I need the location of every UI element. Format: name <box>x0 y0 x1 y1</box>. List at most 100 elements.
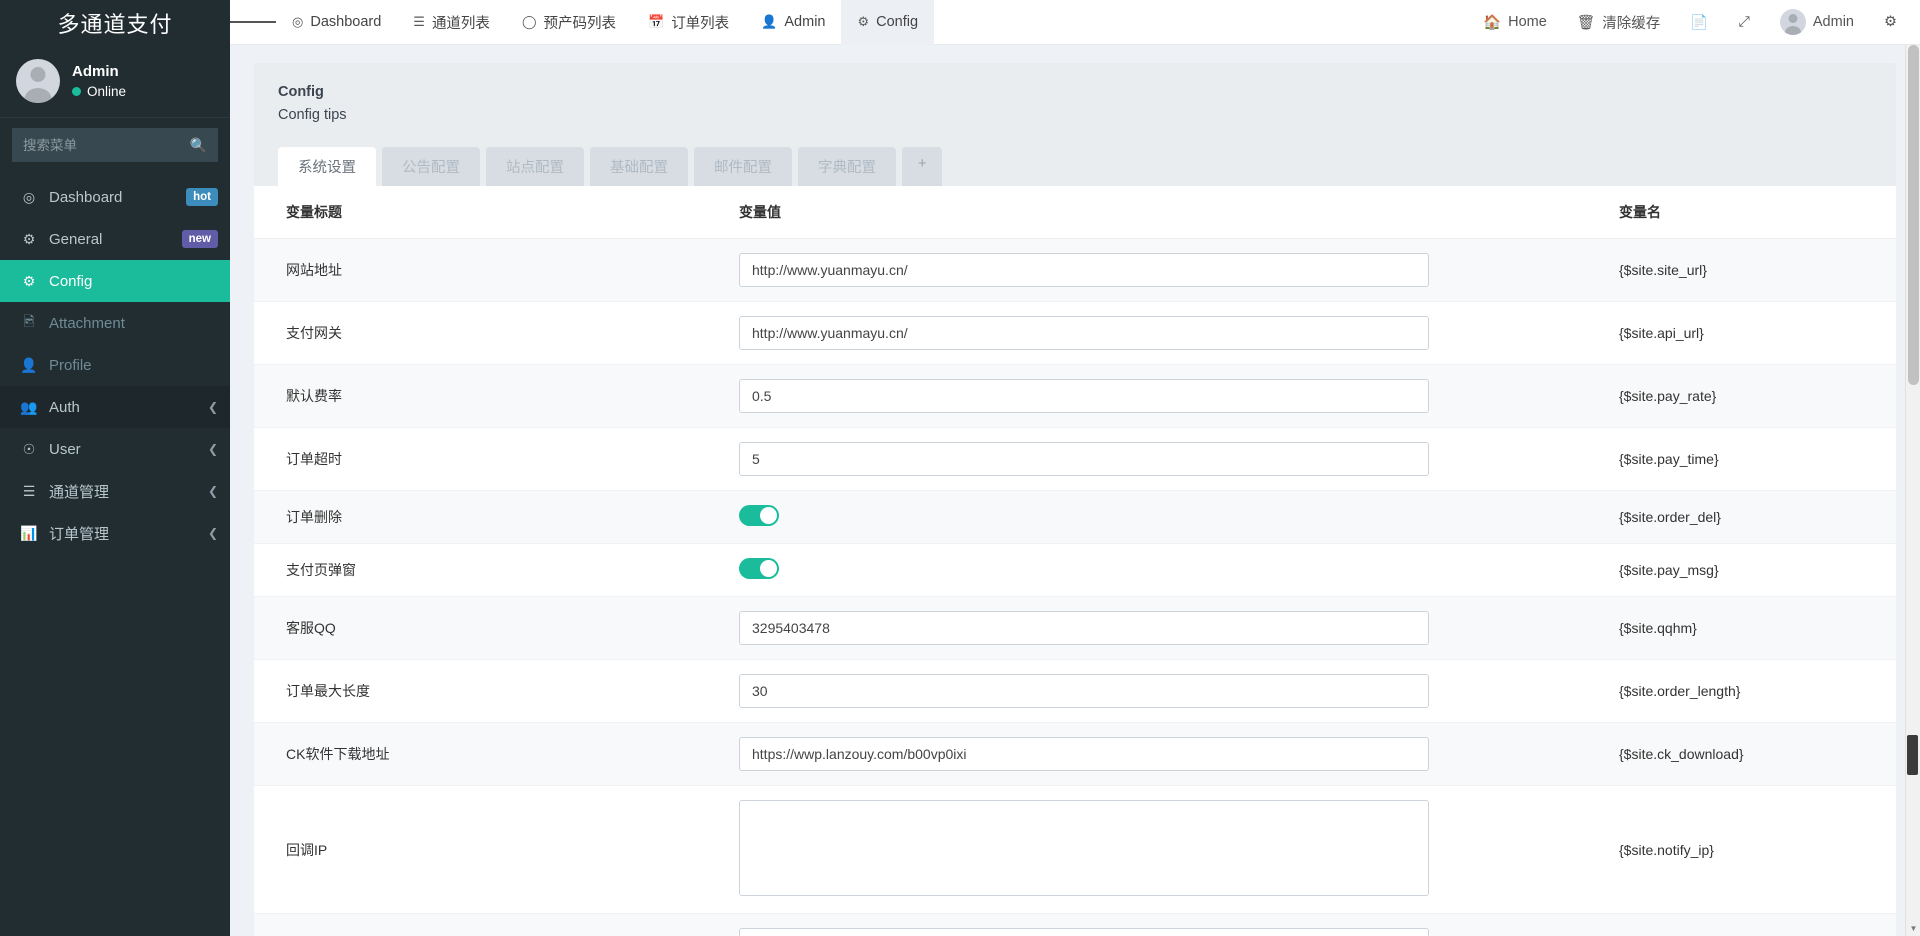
tab-order-list[interactable]: 📅 订单列表 <box>632 0 745 45</box>
copy-icon: 📄 <box>1690 14 1709 31</box>
sidebar-item-user[interactable]: ☉ User ❮ <box>0 428 230 470</box>
row-label: 回调IP <box>254 785 739 915</box>
user-icon: 👤 <box>761 14 778 29</box>
home-icon: 🏠 <box>1483 14 1502 31</box>
tab-label: Dashboard <box>310 14 382 30</box>
row-value-cell <box>739 722 1609 787</box>
top-navigation: ◎ Dashboard ☰ 通道列表 ◯ 预产码列表 📅 订单列表 👤 Admi… <box>276 0 935 45</box>
sidebar-item-channel-manage[interactable]: ☰ 通道管理 ❮ <box>0 470 230 512</box>
user-name: Admin <box>72 63 119 80</box>
sidebar-item-general[interactable]: ⚙ General new <box>0 218 230 260</box>
content-area: Config Config tips 系统设置 公告配置 站点配置 基础配置 邮… <box>230 45 1920 936</box>
sidebar-item-label: General <box>49 230 103 248</box>
tab-notice-config[interactable]: 公告配置 <box>382 147 480 187</box>
row-varname: {$site.notify_ip} <box>1609 785 1896 915</box>
tab-site-config[interactable]: 站点配置 <box>486 147 584 187</box>
avatar <box>16 59 60 103</box>
table-row: CK软件下载地址 {$site.ck_download} <box>254 722 1896 787</box>
row-varname: {$site.qqhm} <box>1609 596 1896 661</box>
sidebar-item-config[interactable]: ⚙ Config <box>0 260 230 302</box>
badge-hot: hot <box>186 188 218 206</box>
row-varname: {$site.pay_msg} <box>1609 543 1896 598</box>
row-value-cell <box>739 490 1609 545</box>
table-body: 网站地址 {$site.site_url} 支付网关 {$site.api_ur… <box>254 238 1896 936</box>
sidebar-item-label: Auth <box>49 398 80 416</box>
panel-header: Config Config tips <box>254 63 1896 127</box>
sidebar-item-auth[interactable]: 👥 Auth ❮ <box>0 386 230 428</box>
tab-add-button[interactable]: + <box>902 147 943 187</box>
table-row: 订单删除 {$site.order_del} <box>254 490 1896 545</box>
sidebar: 多通道支付 Admin Online 🔍 ◎ Dashboard hot <box>0 0 230 936</box>
sidebar-item-label: Attachment <box>49 314 125 332</box>
sidebar-item-profile[interactable]: 👤 Profile <box>0 344 230 386</box>
tab-label: 通道列表 <box>431 15 490 32</box>
tab-admin[interactable]: 👤 Admin <box>745 0 841 45</box>
row-label: 订单删除 <box>254 490 739 545</box>
toggle-order-del[interactable] <box>739 505 779 527</box>
field-pay-time[interactable] <box>739 442 1429 477</box>
clear-cache-button[interactable]: 🗑 清除缓存 <box>1562 0 1675 45</box>
field-api-url[interactable] <box>739 316 1429 351</box>
row-varname: {$site.daili_url} <box>1609 913 1896 936</box>
toggle-pay-msg[interactable] <box>739 558 779 580</box>
tab-system-settings[interactable]: 系统设置 <box>278 147 376 187</box>
row-value-cell <box>739 785 1609 915</box>
table-row: 支付网关 {$site.api_url} <box>254 301 1896 366</box>
chevron-left-icon: ❮ <box>207 526 218 540</box>
row-varname: {$site.site_url} <box>1609 238 1896 303</box>
row-label: 支付网关 <box>254 301 739 366</box>
copy-button[interactable]: 📄 <box>1675 0 1723 45</box>
user-status: Online <box>72 84 126 99</box>
tab-dict-config[interactable]: 字典配置 <box>798 147 896 187</box>
field-qqhm[interactable] <box>739 611 1429 646</box>
tab-config[interactable]: ⚙ Config <box>841 0 935 45</box>
field-notify-ip[interactable] <box>739 800 1429 897</box>
home-button[interactable]: 🏠 Home <box>1468 0 1562 45</box>
badge-new: new <box>181 230 218 248</box>
search-input[interactable] <box>13 137 217 153</box>
fullscreen-button[interactable]: ⤢ <box>1723 0 1765 45</box>
column-header-varname: 变量名 <box>1609 186 1896 240</box>
main-area: ◎ Dashboard ☰ 通道列表 ◯ 预产码列表 📅 订单列表 👤 Admi… <box>230 0 1920 936</box>
tab-basic-config[interactable]: 基础配置 <box>590 147 688 187</box>
config-table-wrap: 变量标题 变量值 变量名 网站地址 {$site.site_url} <box>254 186 1896 936</box>
table-row: 订单超时 {$site.pay_time} <box>254 427 1896 492</box>
field-pay-rate[interactable] <box>739 379 1429 414</box>
tab-dashboard[interactable]: ◎ Dashboard <box>276 0 397 45</box>
sidebar-menu: ◎ Dashboard hot ⚙ General new ⚙ Config 🖻… <box>0 176 230 936</box>
tab-precode-list[interactable]: ◯ 预产码列表 <box>506 0 632 45</box>
table-row: 代理IP接口地址 {$site.daili_url} <box>254 913 1896 936</box>
sidebar-item-dashboard[interactable]: ◎ Dashboard hot <box>0 176 230 218</box>
search-icon[interactable]: 🔍 <box>190 138 207 152</box>
row-value-cell <box>739 427 1609 492</box>
field-ck-download[interactable] <box>739 737 1429 772</box>
table-row: 回调IP {$site.notify_ip} <box>254 785 1896 915</box>
gear-icon: ⚙ <box>22 272 36 289</box>
menu-toggle-icon[interactable] <box>230 19 276 26</box>
scroll-down-icon[interactable]: ▼ <box>1906 921 1920 936</box>
brand-title: 多通道支付 <box>0 0 230 45</box>
field-site-url[interactable] <box>739 253 1429 288</box>
settings-button[interactable]: ⚙ <box>1869 0 1912 45</box>
row-value-cell <box>739 596 1609 661</box>
gears-icon: ⚙ <box>22 230 36 247</box>
users-icon: 👥 <box>20 398 38 415</box>
list-icon: ☰ <box>413 14 425 29</box>
row-varname: {$site.pay_rate} <box>1609 364 1896 429</box>
sidebar-item-order-manage[interactable]: 📊 订单管理 ❮ <box>0 512 230 554</box>
sidebar-item-attachment[interactable]: 🖻 Attachment <box>0 302 230 344</box>
scrollbar-thumb[interactable] <box>1908 45 1919 385</box>
vertical-scrollbar[interactable]: ▲ ▼ <box>1905 45 1920 936</box>
clear-cache-label: 清除缓存 <box>1602 15 1661 32</box>
tab-channel-list[interactable]: ☰ 通道列表 <box>397 0 506 45</box>
config-panel: Config Config tips 系统设置 公告配置 站点配置 基础配置 邮… <box>254 63 1896 936</box>
user-menu[interactable]: Admin <box>1765 0 1869 45</box>
row-label: 订单最大长度 <box>254 659 739 724</box>
trash-icon: 🗑 <box>1576 14 1596 31</box>
field-order-length[interactable] <box>739 674 1429 709</box>
app-root: 多通道支付 Admin Online 🔍 ◎ Dashboard hot <box>0 0 1920 936</box>
field-daili-url[interactable] <box>739 928 1429 936</box>
side-handle[interactable] <box>1907 735 1918 775</box>
table-row: 支付页弹窗 {$site.pay_msg} <box>254 543 1896 598</box>
tab-mail-config[interactable]: 邮件配置 <box>694 147 792 187</box>
